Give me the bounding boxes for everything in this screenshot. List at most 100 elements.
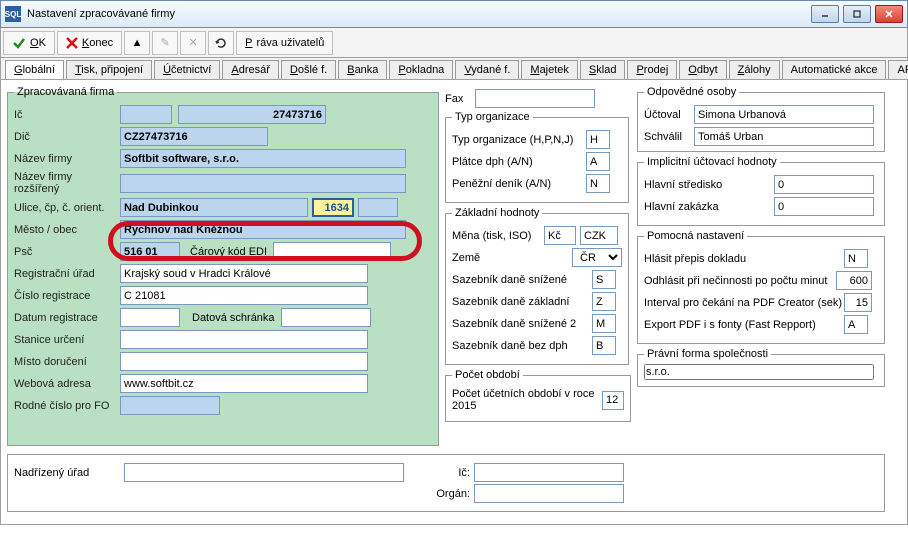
tab-odbyt[interactable]: Odbyt — [679, 60, 726, 79]
nazev-input[interactable] — [120, 149, 406, 168]
typorg-fieldset: Typ organizace Typ organizace (H,P,N,J) … — [445, 111, 629, 203]
ds-input[interactable] — [281, 308, 371, 327]
tab-aris[interactable]: ARIS+Intrastat — [888, 60, 908, 79]
export-input[interactable] — [844, 315, 868, 334]
tab-vydane[interactable]: Vydané f. — [455, 60, 519, 79]
psc-input[interactable] — [120, 242, 180, 261]
rc-input[interactable] — [120, 396, 220, 415]
regd-label: Datum registrace — [14, 312, 120, 324]
misto-input[interactable] — [120, 352, 368, 371]
interval-input[interactable] — [844, 293, 872, 312]
pomoc-fieldset: Pomocná nastavení Hlásit přepis dokladu … — [637, 230, 885, 344]
typ-input[interactable] — [586, 130, 610, 149]
edi-label: Čárový kód EDI — [190, 246, 267, 258]
zakladni-legend: Základní hodnoty — [452, 207, 542, 219]
uctoval-input[interactable] — [694, 105, 874, 124]
organ-input[interactable] — [474, 484, 624, 503]
uctoval-label: Účtoval — [644, 109, 694, 121]
ok-button[interactable]: OK — [3, 31, 55, 55]
main-panel: Zpracovávaná firma Ič Dič Název firmy Ná… — [0, 80, 908, 525]
dic-input[interactable] — [120, 127, 268, 146]
typ-label: Typ organizace (H,P,N,J) — [452, 134, 586, 146]
tab-banka[interactable]: Banka — [338, 60, 387, 79]
mena2-input[interactable] — [580, 226, 618, 245]
maximize-button[interactable] — [843, 5, 871, 23]
tab-tisk[interactable]: Tisk, připojení — [66, 60, 152, 79]
pocetobdobi-fieldset: Počet období Počet účetních období v roc… — [445, 369, 631, 422]
pravni-input[interactable] — [644, 364, 874, 380]
stredisko-label: Hlavní středisko — [644, 179, 774, 191]
regc-input[interactable] — [120, 286, 368, 305]
bottom-ic-input[interactable] — [474, 463, 624, 482]
x-icon — [66, 37, 78, 49]
tab-majetek[interactable]: Majetek — [521, 60, 578, 79]
regd-input[interactable] — [120, 308, 180, 327]
zeme-select[interactable]: ČR — [572, 248, 622, 267]
tab-sklad[interactable]: Sklad — [580, 60, 626, 79]
pocetobdobi-legend: Počet období — [452, 369, 523, 381]
bottom-section: Nadřízený úřad Ič: Orgán: — [7, 450, 901, 512]
hlasit-input[interactable] — [844, 249, 868, 268]
organ-label: Orgán: — [430, 488, 470, 500]
stan-input[interactable] — [120, 330, 368, 349]
stan-label: Stanice určení — [14, 334, 120, 346]
odhlas-input[interactable] — [836, 271, 872, 290]
ssniz-input[interactable] — [592, 270, 616, 289]
zakazka-label: Hlavní zakázka — [644, 201, 774, 213]
pocetobdobi-input[interactable] — [602, 391, 624, 410]
ulice-input[interactable] — [120, 198, 308, 217]
mena1-input[interactable] — [544, 226, 576, 245]
sbez-input[interactable] — [592, 336, 616, 355]
prava-button[interactable]: Práva uživatelů — [236, 31, 333, 55]
psc-label: Psč — [14, 246, 120, 258]
tab-ucetnictvi[interactable]: Účetnictví — [154, 60, 220, 79]
window-title: Nastavení zpracovávané firmy — [27, 8, 175, 20]
regurad-input[interactable] — [120, 264, 368, 283]
tab-adresar[interactable]: Adresář — [222, 60, 279, 79]
zeme-label: Země — [452, 252, 572, 264]
ssniz2-input[interactable] — [592, 314, 616, 333]
dic-label: Dič — [14, 131, 120, 143]
web-label: Webová adresa — [14, 378, 120, 390]
tab-pokladna[interactable]: Pokladna — [389, 60, 453, 79]
nazev2-label: Název firmy rozšířený — [14, 171, 120, 195]
tab-auto[interactable]: Automatické akce — [782, 60, 887, 79]
edi-input[interactable] — [273, 242, 391, 261]
tab-zalohy[interactable]: Zálohy — [729, 60, 780, 79]
mena-label: Měna (tisk, ISO) — [452, 230, 544, 242]
bottom-ic-label: Ič: — [430, 467, 470, 479]
ic-input[interactable] — [178, 105, 326, 124]
nav-up-button[interactable]: ▲ — [124, 31, 150, 55]
pravni-legend: Právní forma společnosti — [644, 348, 771, 360]
close-button[interactable] — [875, 5, 903, 23]
refresh-button[interactable] — [208, 31, 234, 55]
tab-globalni[interactable]: Globální — [5, 60, 64, 79]
zakazka-input[interactable] — [774, 197, 874, 216]
mesto-input[interactable] — [120, 220, 406, 239]
tab-prodej[interactable]: Prodej — [627, 60, 677, 79]
schvalil-input[interactable] — [694, 127, 874, 146]
ssniz-label: Sazebník daně snížené — [452, 274, 592, 286]
edit-button[interactable]: ✎ — [152, 31, 178, 55]
impl-fieldset: Implicitní účtovací hodnoty Hlavní střed… — [637, 156, 885, 226]
denik-input[interactable] — [586, 174, 610, 193]
export-label: Export PDF i s fonty (Fast Repport) — [644, 319, 844, 331]
typorg-legend: Typ organizace — [452, 111, 533, 123]
konec-button[interactable]: Konec — [57, 31, 122, 55]
refresh-icon — [215, 37, 227, 49]
cp-input[interactable] — [312, 198, 354, 217]
web-input[interactable] — [120, 374, 368, 393]
minimize-button[interactable] — [811, 5, 839, 23]
stredisko-input[interactable] — [774, 175, 874, 194]
co-input[interactable] — [358, 198, 398, 217]
nazev2-input[interactable] — [120, 174, 406, 193]
platce-input[interactable] — [586, 152, 610, 171]
fax-input[interactable] — [475, 89, 595, 108]
konec-label-rest: onec — [89, 37, 113, 49]
nadurad-input[interactable] — [124, 463, 404, 482]
cancel-edit-button[interactable]: ✕ — [180, 31, 206, 55]
szakl-input[interactable] — [592, 292, 616, 311]
ic-prefix-input[interactable] — [120, 105, 172, 124]
tab-dosle[interactable]: Došlé f. — [281, 60, 336, 79]
right-column: Fax Odpovědné osoby Účtoval Schválil Typ… — [445, 86, 885, 426]
